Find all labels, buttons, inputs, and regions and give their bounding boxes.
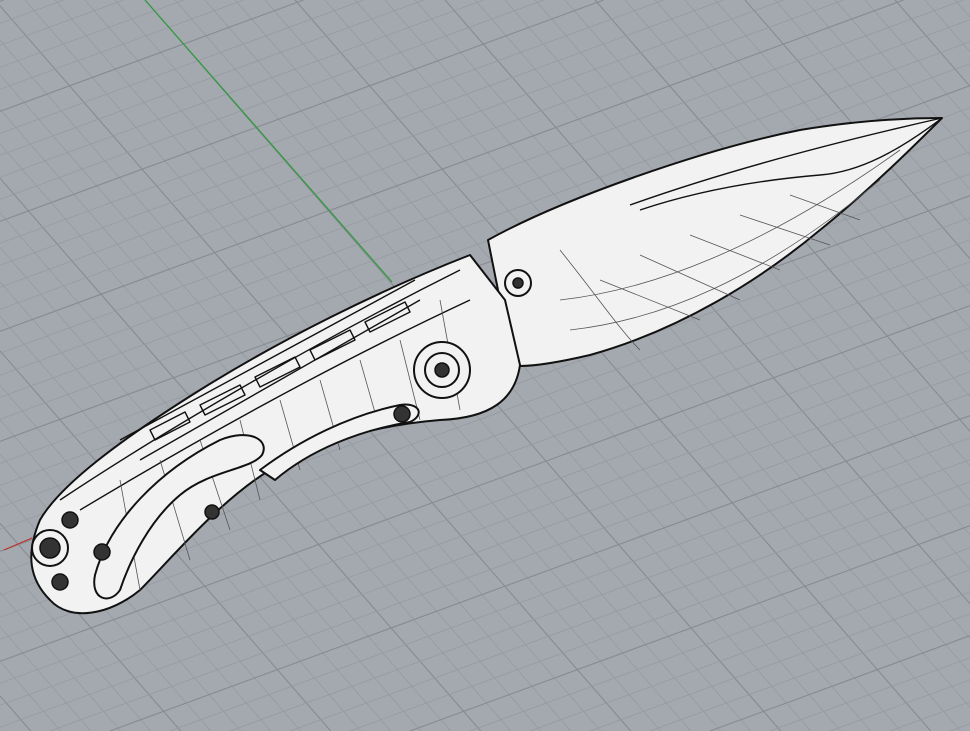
clip-screw <box>393 405 411 423</box>
torx-head-icon <box>434 362 450 378</box>
grid-line-minor <box>0 0 424 156</box>
grid-line-minor <box>769 657 970 731</box>
handle-screw-2 <box>93 543 111 561</box>
grid-line-minor <box>529 569 970 731</box>
3d-viewport[interactable] <box>0 0 970 731</box>
grid-line-major <box>0 0 4 2</box>
grid-line-minor <box>349 503 970 731</box>
grid-line-minor <box>649 613 970 731</box>
grid-line-major <box>709 635 970 731</box>
grid-line-major <box>409 525 970 731</box>
x-axis-line <box>3 537 33 551</box>
grid-line-minor <box>864 0 970 122</box>
grid-line-minor <box>229 459 970 731</box>
grid-line-minor <box>169 437 970 731</box>
grid-line-minor <box>0 0 184 68</box>
blade[interactable] <box>487 117 943 367</box>
handle-screw-3 <box>51 573 69 591</box>
handle-screw-4 <box>204 504 220 520</box>
thumb-stud-center <box>512 277 524 289</box>
grid-line-minor <box>829 679 970 731</box>
grid-line-minor <box>0 626 92 731</box>
y-axis-line <box>144 0 393 283</box>
grid-line-minor <box>0 0 364 134</box>
handle-screw-1 <box>61 511 79 529</box>
grid-line-minor <box>0 0 64 24</box>
viewport-canvas[interactable] <box>0 0 970 731</box>
grid-line-minor <box>469 547 970 731</box>
lanyard-hole-inner <box>39 537 61 559</box>
grid-line-minor <box>0 592 122 731</box>
grid-line-minor <box>889 701 970 731</box>
grid-line-major <box>0 0 304 112</box>
